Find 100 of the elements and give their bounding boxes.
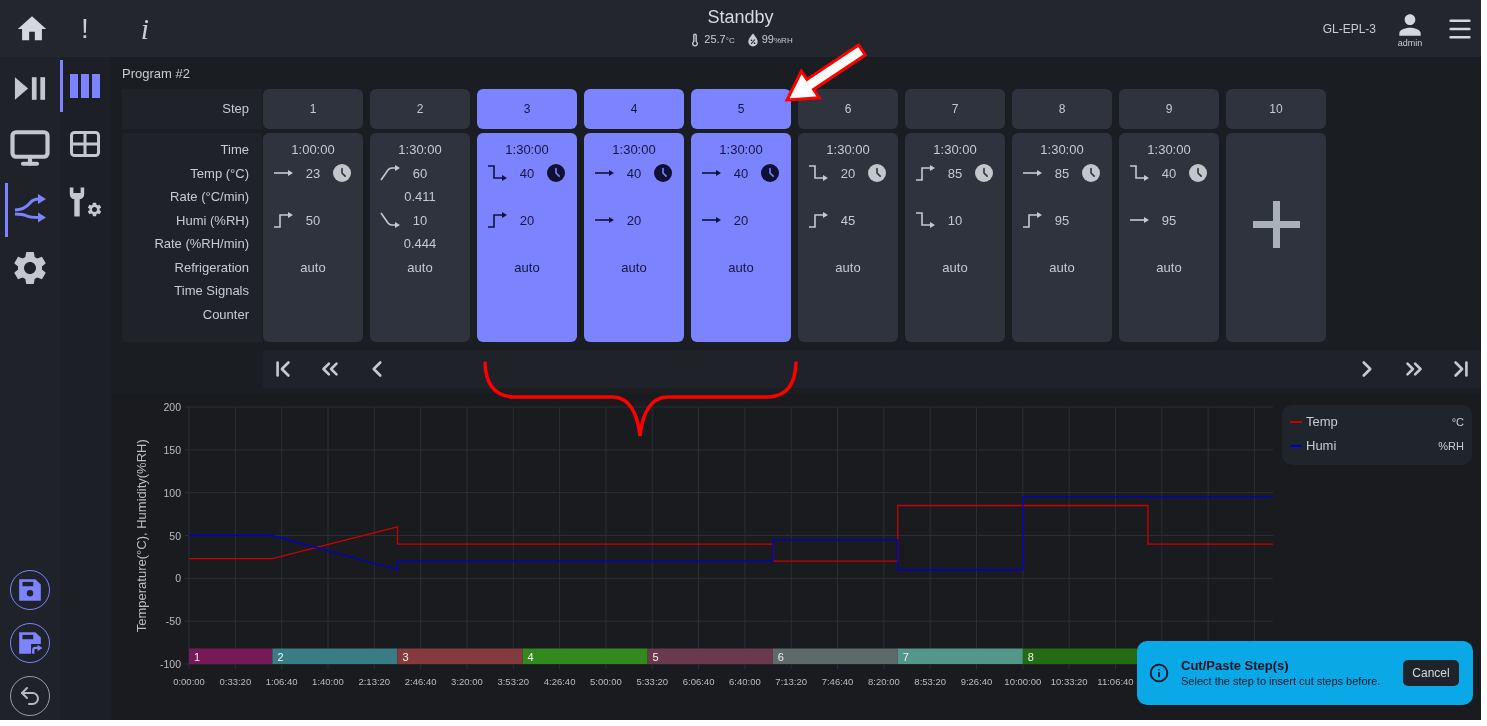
y-tick-label: 100 [163,486,181,499]
step-segment-label: 7 [902,650,909,663]
row-label: Rate (%RH/min) [154,235,249,253]
humidity-value: 50 [305,211,321,230]
x-tick-label: 9:26:40 [960,676,993,687]
humidity-value: 95 [1054,211,1070,230]
alert-button[interactable]: ! [78,10,92,47]
x-tick-label: 0:33:20 [219,676,252,687]
temperature-value: 20 [840,164,856,183]
refrigeration-value: auto [728,258,754,277]
step-time: 1:30:00 [719,141,763,159]
humidity-value: 95 [1161,211,1177,230]
y-tick-label: 150 [163,443,181,456]
humidity-value: 20 [733,211,749,230]
floppy-disk-arrow-icon [17,630,43,656]
step-time: 1:00:00 [291,141,335,159]
step-number-button[interactable]: 10 [1226,89,1326,129]
step-time: 1:30:00 [398,141,442,159]
plus-icon [1252,201,1300,248]
step-number-button[interactable]: 9 [1119,89,1219,129]
step-time: 1:30:00 [612,141,656,159]
y-axis-title: Temperature(°C), Humidity(%RH) [132,439,150,633]
humidity-value: 10 [947,211,963,230]
humidity-drop-icon [746,32,759,47]
x-tick-label: 7:46:40 [821,676,854,687]
step-number-button[interactable]: 3 [477,89,577,129]
step-segment-label: 8 [1027,650,1034,663]
step-number-button[interactable]: 1 [263,89,363,129]
step-segment-label: 6 [777,650,784,663]
step-card[interactable]: 1:00:00 23 50 auto [263,133,363,342]
row-label: Rate (°C/min) [170,188,249,206]
step-time: 1:30:00 [505,141,549,159]
step-number-button[interactable]: 2 [370,89,470,129]
temperature-reading: 25.7°C [704,31,735,47]
add-step-button[interactable] [1226,133,1326,342]
step-card[interactable]: 1:30:00 60 0.411 10 0.444 auto [370,133,470,342]
temperature-value: 60 [412,164,428,183]
cancel-button[interactable]: Cancel [1403,660,1459,686]
step-number-button[interactable]: 4 [584,89,684,129]
temperature-value: 85 [1054,164,1070,183]
x-tick-label: 3:20:00 [451,676,483,687]
user-button[interactable]: admin [1394,9,1426,48]
x-tick-label: 0:00:00 [173,676,205,687]
rate-value: 0.444 [403,235,437,253]
monitor-icon [9,127,51,169]
temperature-value: 40 [519,164,535,183]
step-card[interactable]: 1:30:00 40 20 auto [477,133,577,342]
step-segment-label: 2 [277,650,284,663]
refrigeration-value: auto [514,258,540,277]
program-title: Program #2 [122,65,191,82]
step-number-button[interactable]: 5 [691,89,791,129]
status-title: Standby [707,5,774,28]
toast-message: Select the step to insert cut steps before. [1181,674,1381,689]
wrench-gear-icon [67,186,103,218]
legend-label: Temp [1306,413,1338,432]
legend-unit: %RH [1438,438,1464,454]
x-tick-label: 5:00:00 [590,676,622,687]
humidity-value: 20 [626,211,642,230]
row-label: Temp (°C) [190,164,249,183]
step-time: 1:30:00 [1147,141,1191,159]
row-label: Time Signals [174,282,249,300]
row-label: Step [222,100,249,119]
temperature-value: 40 [626,164,642,183]
table-icon [70,131,100,157]
step-segment-label: 5 [652,650,659,663]
step-card[interactable]: 1:30:00 20 45 auto [798,133,898,342]
x-tick-label: 10:33:20 [1050,676,1088,687]
step-time: 1:30:00 [826,141,870,159]
step-card[interactable]: 1:30:00 85 95 auto [1012,133,1112,342]
step-number-button[interactable]: 8 [1012,89,1112,129]
x-tick-label: 1:40:00 [312,676,344,687]
step-time: 1:30:00 [933,141,977,159]
step-number-button[interactable]: 6 [798,89,898,129]
humidity-value: 10 [412,211,428,230]
refrigeration-value: auto [835,258,861,277]
temperature-value: 23 [305,164,321,183]
step-card[interactable]: 1:30:00 40 20 auto [691,133,791,342]
step-card[interactable]: 1:30:00 40 20 auto [584,133,684,342]
toast-title: Cut/Paste Step(s) [1181,657,1290,674]
refrigeration-value: auto [1049,258,1075,277]
step-card[interactable]: 1:30:00 40 95 auto [1119,133,1219,342]
x-tick-label: 6:40:00 [729,676,761,687]
x-tick-label: 10:00:00 [1004,676,1042,687]
x-tick-label: 3:53:20 [497,676,530,687]
step-segment-label: 4 [527,650,534,663]
humidity-reading: 99%RH [761,31,793,47]
curved-arrows-icon [13,193,47,223]
x-tick-label: 8:53:20 [914,676,947,687]
step-card[interactable]: 1:30:00 85 10 auto [905,133,1005,342]
y-tick-label: -100 [160,658,181,670]
step-segment-label: 3 [402,650,409,663]
rate-value: 0.411 [404,188,436,206]
columns-icon [70,74,100,98]
refrigeration-value: auto [300,258,326,277]
x-tick-label: 8:20:00 [868,676,900,687]
refrigeration-value: auto [621,258,647,277]
step-number-button[interactable]: 7 [905,89,1005,129]
legend-label: Humi [1306,437,1337,456]
y-tick-label: 50 [169,529,181,542]
info-button[interactable]: i [138,10,152,47]
